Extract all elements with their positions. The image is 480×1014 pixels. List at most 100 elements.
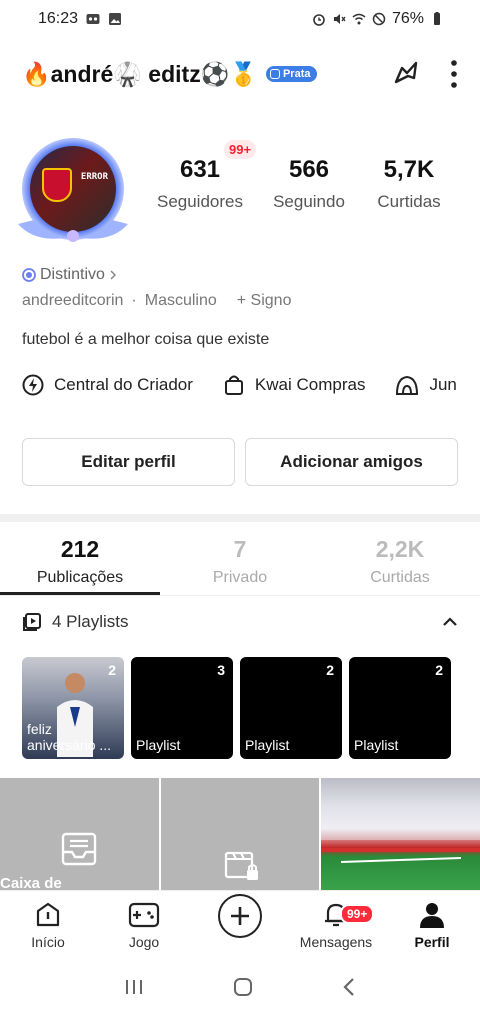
nav-label: Início <box>31 934 65 950</box>
nav-label: Jogo <box>128 934 160 950</box>
tab-count: 212 <box>60 536 100 562</box>
level-badge[interactable]: Prata <box>265 66 317 82</box>
stat-following[interactable]: 566 Seguindo <box>260 156 358 212</box>
avatar-text: ERROR <box>80 172 108 182</box>
distintivo-label: Distintivo <box>40 266 105 283</box>
battery-percentage: 76% <box>391 10 424 27</box>
nav-game[interactable]: Jogo <box>96 900 192 960</box>
playlists-header[interactable]: 4 Playlists <box>22 612 458 632</box>
tab-publications[interactable]: 212 Publicações <box>0 528 160 595</box>
shortcuts-row: Central do Criador Kwai Compras Jun <box>22 374 457 396</box>
distintivo-link[interactable]: Distintivo <box>22 266 117 284</box>
stat-label: Seguindo <box>273 192 345 211</box>
wifi-icon <box>352 13 366 25</box>
share-icon[interactable] <box>390 58 422 90</box>
active-tab-indicator <box>0 592 160 595</box>
profile-meta: andreeditcorin · Masculino + Signo <box>22 292 291 310</box>
edit-profile-button[interactable]: Editar perfil <box>22 438 235 486</box>
playlist-card[interactable]: 2 feliz aniversário ... <box>22 657 124 759</box>
chevron-up-icon[interactable] <box>442 617 458 627</box>
alarm-icon <box>313 14 325 26</box>
gender: Masculino <box>144 292 217 309</box>
back-icon[interactable] <box>342 977 356 997</box>
stat-followers[interactable]: 631 Seguidores <box>140 156 260 212</box>
video-lock-icon <box>224 851 258 880</box>
add-friends-button[interactable]: Adicionar amigos <box>245 438 458 486</box>
status-time: 16:23 <box>38 10 79 27</box>
grid-cell-drafts[interactable]: Caixa de <box>0 778 159 890</box>
lightning-icon <box>22 374 44 396</box>
stat-value: 566 <box>288 156 330 183</box>
video-grid: Caixa de <box>0 778 480 890</box>
tab-private[interactable]: 7 Privado <box>160 528 320 595</box>
nav-messages[interactable]: 99+ Mensagens <box>288 900 384 960</box>
stat-label: Curtidas <box>377 192 441 211</box>
shortcut-creator-center[interactable]: Central do Criador <box>22 374 193 396</box>
tab-label: Privado <box>212 569 268 586</box>
shortcut-third[interactable]: Jun <box>395 374 457 396</box>
house-icon <box>396 375 419 395</box>
playlist-card[interactable]: 2 Playlist <box>349 657 451 759</box>
grid-cell-label: Caixa de <box>0 875 62 890</box>
add-sign-button[interactable]: + Signo <box>237 292 292 310</box>
playlist-count: 2 <box>326 662 334 678</box>
stat-value: 631 <box>179 156 221 183</box>
inbox-icon <box>61 832 97 866</box>
voicemail-icon <box>86 14 100 24</box>
home-icon <box>36 902 60 927</box>
image-icon <box>109 13 122 25</box>
recent-apps-icon[interactable] <box>124 978 144 996</box>
playlist-title: Playlist <box>245 737 290 753</box>
battery-icon <box>434 12 440 25</box>
tab-count: 2,2K <box>375 536 425 562</box>
stat-value: 5,7K <box>383 156 435 183</box>
tab-likes[interactable]: 2,2K Curtidas <box>320 528 480 595</box>
playlist-icon <box>23 613 41 631</box>
gamepad-icon <box>128 902 160 928</box>
playlist-title: feliz aniversário ... <box>27 721 112 753</box>
playlists-row: 2 feliz aniversário ... 3 Playlist 2 Pla… <box>22 657 451 759</box>
shortcut-label: Central do Criador <box>54 375 193 394</box>
tab-label: Curtidas <box>370 569 430 586</box>
chevron-right-icon <box>110 270 116 280</box>
person-icon <box>420 903 444 928</box>
section-divider <box>0 514 480 522</box>
stat-label: Seguidores <box>156 192 243 211</box>
playlist-count: 3 <box>217 662 225 678</box>
username: 🔥andré🥋 editz⚽🥇 <box>22 60 258 87</box>
more-options-icon[interactable] <box>450 59 458 89</box>
nav-label: Mensagens <box>299 934 373 950</box>
nav-home[interactable]: Início <box>0 900 96 960</box>
home-button-icon[interactable] <box>233 977 253 997</box>
grid-cell-video[interactable] <box>321 778 480 890</box>
playlist-count: 2 <box>108 662 116 678</box>
shortcut-kwai-shop[interactable]: Kwai Compras <box>223 374 366 396</box>
bottom-navigation: Início Jogo 99+ Mensagens Perfil <box>0 890 480 960</box>
stat-likes[interactable]: 5,7K Curtidas <box>358 156 460 212</box>
plus-icon <box>231 907 249 925</box>
playlist-title: Playlist <box>354 737 399 753</box>
bio-text: futebol é a melhor coisa que existe <box>22 331 270 348</box>
nav-label: Perfil <box>414 934 450 950</box>
tab-count: 7 <box>233 536 247 562</box>
playlist-card[interactable]: 3 Playlist <box>131 657 233 759</box>
playlist-card[interactable]: 2 Playlist <box>240 657 342 759</box>
level-badge-label: Prata <box>282 68 311 80</box>
messages-badge: 99+ <box>340 904 375 924</box>
avatar[interactable]: ERROR <box>14 128 132 246</box>
nav-profile[interactable]: Perfil <box>384 900 480 960</box>
grid-cell-private[interactable] <box>160 778 320 890</box>
create-button[interactable] <box>218 894 262 938</box>
action-buttons: Editar perfil Adicionar amigos <box>22 438 458 486</box>
stadium-thumbnail-icon <box>321 778 480 863</box>
profile-header: 🔥andré🥋 editz⚽🥇 Prata <box>0 52 480 96</box>
shortcut-label: Jun <box>429 375 457 394</box>
distintivo-icon <box>22 268 36 282</box>
tab-label: Publicações <box>36 569 124 586</box>
profile-stats: 631 Seguidores 566 Seguindo 5,7K Curtida… <box>140 156 460 212</box>
nav-create[interactable] <box>192 894 288 960</box>
playlist-title: Playlist <box>136 737 181 753</box>
shopping-bag-icon <box>224 375 243 395</box>
mute-icon <box>333 14 346 24</box>
shortcut-label: Kwai Compras <box>254 375 366 394</box>
